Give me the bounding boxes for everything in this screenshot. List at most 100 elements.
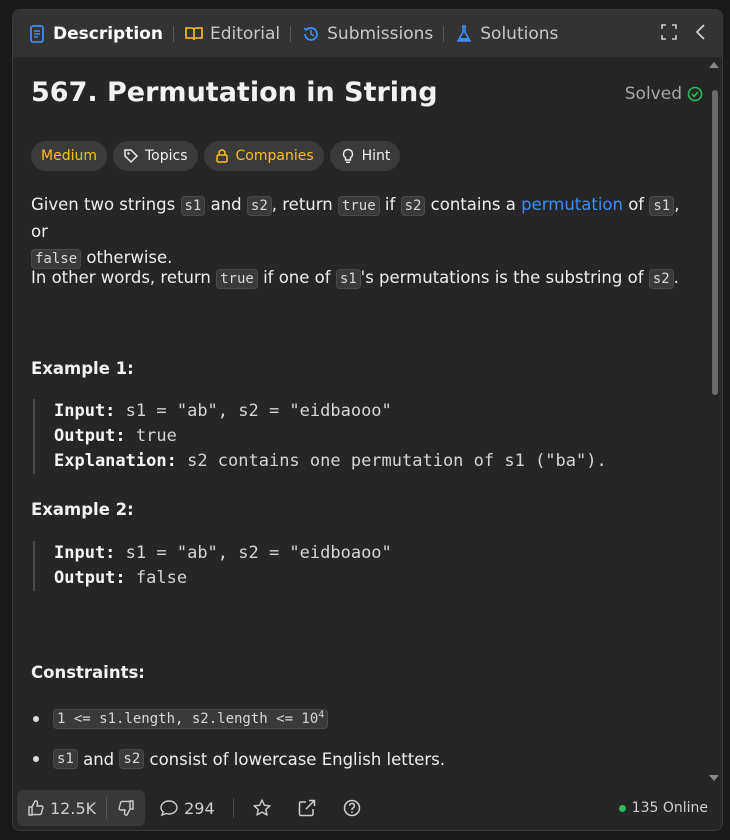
solved-label: Solved [624, 84, 682, 104]
dislike-button[interactable] [107, 799, 145, 817]
comment-count: 294 [184, 798, 215, 818]
text: of [622, 195, 650, 214]
tab-divider [172, 25, 174, 42]
lock-icon [215, 149, 228, 163]
example-1-heading: Example 1: [31, 359, 134, 378]
inline-code: s2 [648, 269, 674, 289]
problem-panel: Description Editorial Submissions Soluti… [12, 9, 723, 831]
book-icon [185, 26, 203, 40]
output-value: true [135, 426, 177, 446]
tab-solutions[interactable]: Solutions [454, 10, 558, 57]
exponent: 4 [318, 709, 325, 721]
input-label: Input: [54, 401, 116, 421]
output-label: Output: [54, 426, 126, 446]
constraint-item: 1 <= s1.length, s2.length <= 104 [33, 709, 329, 729]
scrollbar[interactable] [712, 70, 718, 785]
example-output: Output: true [54, 424, 607, 449]
companies-label: Companies [235, 148, 314, 164]
scroll-up-arrow[interactable] [709, 62, 719, 68]
explanation-label: Explanation: [54, 451, 177, 471]
inline-code: s2 [119, 749, 145, 769]
inline-code: s2 [246, 196, 272, 216]
inline-code: true [337, 196, 380, 216]
difficulty-badge: Medium [31, 141, 107, 171]
topics-label: Topics [144, 148, 188, 164]
bullet [33, 756, 39, 762]
tag-chips: Medium Topics Companies Hint [31, 141, 406, 171]
toolbar-divider [232, 798, 234, 818]
tab-divider [290, 25, 292, 42]
bullet [33, 716, 39, 722]
example-output: Output: false [54, 566, 392, 591]
example-2-block: Input: s1 = "ab", s2 = "eidboaoo" Output… [33, 541, 392, 591]
tab-label: Submissions [327, 23, 434, 44]
online-dot [618, 804, 626, 812]
inline-code: s1 [53, 749, 78, 769]
input-label: Input: [54, 543, 116, 563]
text: and [77, 749, 120, 769]
hint-label: Hint [361, 148, 391, 164]
example-1-block: Input: s1 = "ab", s2 = "eidbaooo" Output… [33, 399, 607, 474]
tab-editorial[interactable]: Editorial [184, 10, 280, 57]
topics-chip[interactable]: Topics [112, 141, 198, 171]
scrollbar-thumb[interactable] [712, 90, 718, 395]
description-paragraph-2: In other words, return true if one of s1… [31, 265, 691, 292]
input-value: s1 = "ab", s2 = "eidbaooo" [125, 401, 392, 421]
tag-icon [124, 149, 139, 164]
solved-status: Solved [625, 84, 703, 104]
text: and [205, 195, 247, 214]
permutation-link[interactable]: permutation [521, 195, 623, 214]
input-value: s1 = "ab", s2 = "eidboaoo" [125, 543, 392, 563]
example-2-heading: Example 2: [31, 500, 134, 519]
text: In other words, return [31, 268, 217, 287]
check-circle-icon [687, 86, 703, 102]
constraints-heading: Constraints: [31, 663, 145, 682]
example-input: Input: s1 = "ab", s2 = "eidboaoo" [54, 541, 392, 566]
description-paragraph: Given two strings s1 and s2, return true… [31, 192, 691, 272]
tab-label: Editorial [209, 23, 281, 44]
text: , return [271, 195, 338, 214]
inline-code: s1 [180, 196, 206, 216]
online-count: 135 Online [631, 800, 708, 816]
text: contains a [425, 195, 522, 214]
lightbulb-icon [342, 148, 353, 164]
comment-icon [160, 800, 178, 817]
tab-description[interactable]: Description [27, 10, 163, 57]
tab-divider [443, 25, 445, 42]
difficulty-label: Medium [41, 148, 97, 164]
output-label: Output: [54, 568, 126, 588]
star-icon[interactable] [252, 798, 272, 818]
comments-button[interactable]: 294 [159, 799, 215, 818]
fullscreen-icon[interactable] [660, 23, 678, 41]
text: Given two strings [31, 195, 181, 214]
share-icon[interactable] [297, 798, 317, 818]
companies-chip[interactable]: Companies [203, 141, 324, 171]
tab-label: Solutions [480, 23, 559, 44]
like-button[interactable]: 12.5K [17, 799, 106, 818]
example-input: Input: s1 = "ab", s2 = "eidbaooo" [54, 399, 607, 424]
collapse-panel-icon[interactable] [694, 23, 708, 41]
inline-code: s2 [400, 196, 426, 216]
like-count: 12.5K [50, 798, 97, 818]
problem-title[interactable]: 567. Permutation in String [31, 77, 438, 108]
constraint-code: 1 <= s1.length, s2.length <= 10 [57, 711, 319, 727]
online-status: 135 Online [618, 800, 708, 816]
constraint-item: s1 and s2 consist of lowercase English l… [33, 749, 445, 769]
text: consist of lowercase English letters. [144, 749, 445, 769]
text: . [673, 268, 679, 287]
inline-code: s1 [335, 269, 361, 289]
vote-group: 12.5K [17, 790, 146, 826]
help-icon[interactable] [342, 798, 362, 818]
history-icon [303, 26, 319, 41]
bottom-toolbar: 12.5K 294 135 Online [13, 786, 722, 830]
tab-bar: Description Editorial Submissions Soluti… [13, 10, 722, 57]
tab-submissions[interactable]: Submissions [301, 10, 433, 57]
inline-code: true [216, 269, 258, 289]
example-explanation: Explanation: s2 contains one permutation… [54, 449, 607, 474]
explanation-value: s2 contains one permutation of s1 ("ba")… [187, 451, 607, 471]
text: 's permutations is the substring of [360, 268, 649, 287]
scroll-down-arrow[interactable] [709, 775, 719, 781]
hint-chip[interactable]: Hint [329, 141, 401, 171]
flask-icon [456, 24, 472, 42]
inline-code: 1 <= s1.length, s2.length <= 104 [53, 709, 329, 729]
